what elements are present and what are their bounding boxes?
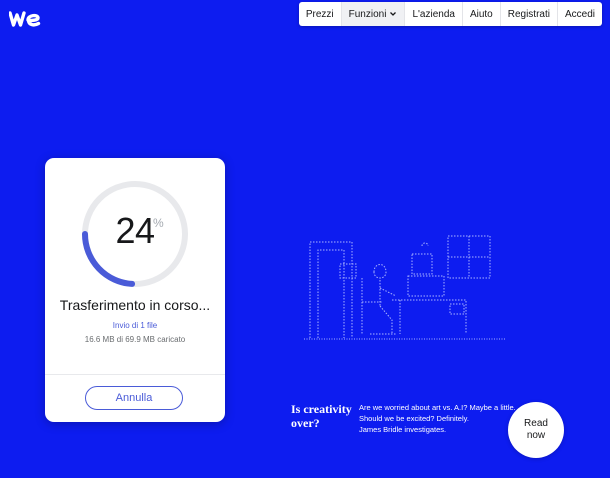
read-now-label: now xyxy=(526,430,546,441)
nav-item-label: L'azienda xyxy=(412,8,455,20)
nav-item-label: Accedi xyxy=(564,8,595,20)
nav-item-registrati[interactable]: Registrati xyxy=(499,2,557,26)
promo-text: Are we worried about art vs. A.I? Maybe … xyxy=(359,402,529,435)
chevron-down-icon xyxy=(390,12,397,16)
promo-text-line: James Bridle investigates. xyxy=(359,425,447,434)
nav-item-prezzi[interactable]: Prezzi xyxy=(299,2,341,26)
files-count-text: Invio di 1 file xyxy=(112,321,158,330)
progress-percent: 24 xyxy=(115,210,155,251)
transfer-card: 24 % Trasferimento in corso... Invio di … xyxy=(45,158,225,422)
nav-item-label: Prezzi xyxy=(305,8,334,20)
wetransfer-logo-icon[interactable] xyxy=(9,8,41,30)
nav-item-label: Funzioni xyxy=(348,8,387,20)
nav-item-accedi[interactable]: Accedi xyxy=(556,2,602,26)
nav-item-label: Aiuto xyxy=(469,8,493,20)
nav-item-label: Registrati xyxy=(507,8,550,20)
transfer-status-title: Trasferimento in corso... xyxy=(59,297,211,313)
percent-sign: % xyxy=(153,216,164,230)
promo-title: Is creativity over? xyxy=(291,402,355,430)
upload-size-text: 16.6 MB di 69.9 MB caricato xyxy=(84,335,186,344)
nav-item-aiuto[interactable]: Aiuto xyxy=(461,2,500,26)
promo-title-line: over? xyxy=(291,416,320,430)
promo-text-line: Should we be excited? Definitely. xyxy=(359,414,469,423)
read-now-label: Read xyxy=(524,418,548,429)
cancel-button[interactable]: Annulla xyxy=(85,386,183,410)
card-divider xyxy=(45,374,225,375)
promo-text-line: Are we worried about art vs. A.I? Maybe … xyxy=(359,403,516,412)
nav-item-azienda[interactable]: L'azienda xyxy=(404,2,462,26)
ascii-art-illustration xyxy=(304,235,506,340)
read-now-button[interactable]: Read now xyxy=(508,402,564,458)
top-nav: Prezzi Funzioni L'azienda Aiuto Registra… xyxy=(298,2,602,26)
promo-title-line: Is creativity xyxy=(291,402,352,416)
nav-item-funzioni[interactable]: Funzioni xyxy=(340,2,405,26)
